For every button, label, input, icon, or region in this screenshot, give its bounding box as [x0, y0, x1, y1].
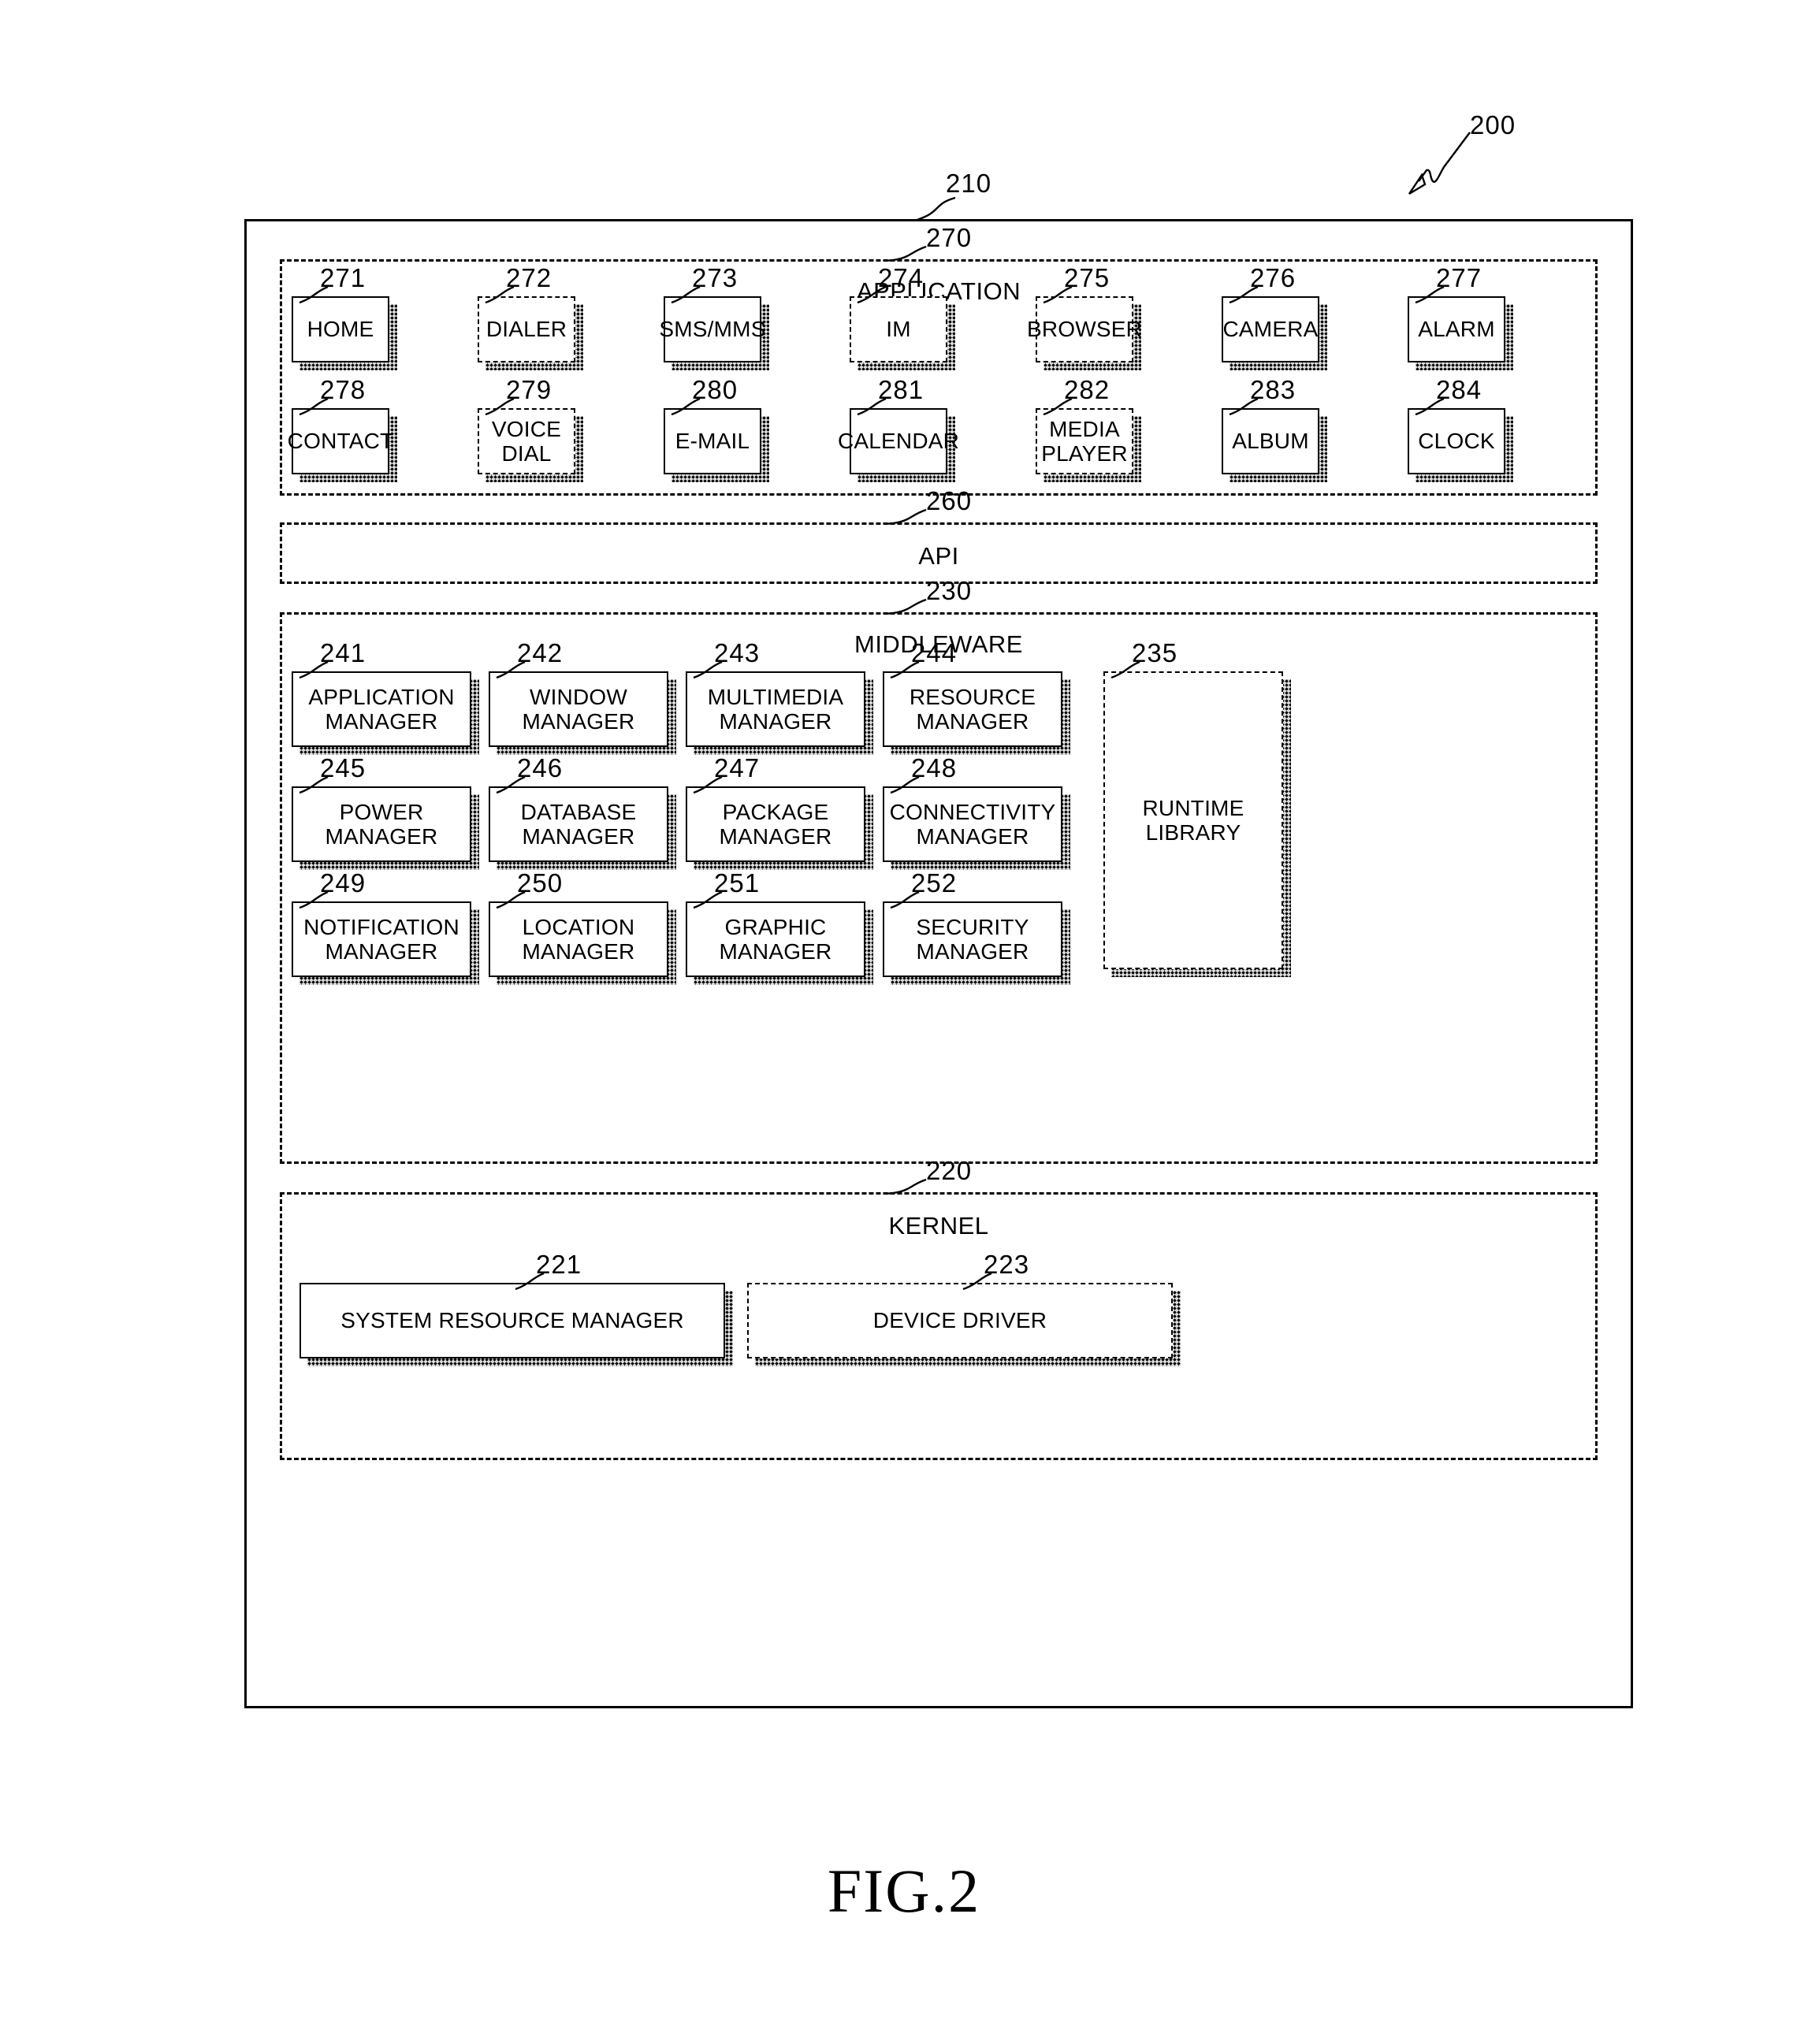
app-module-camera[interactable]: CAMERA	[1222, 296, 1319, 362]
middleware-module-location-manager[interactable]: LOCATION MANAGER	[489, 901, 668, 977]
leader-line-272	[485, 285, 515, 304]
system-architecture-frame: APPLICATION HOME DIALER SMS/MMS IM BROWS…	[244, 219, 1633, 1708]
leader-line-275	[1043, 285, 1073, 304]
middleware-module-window-manager[interactable]: WINDOW MANAGER	[489, 671, 668, 747]
leader-line-270	[884, 245, 927, 262]
middleware-module-power-manager[interactable]: POWER MANAGER	[292, 786, 471, 862]
middleware-module-graphic-manager[interactable]: GRAPHIC MANAGER	[686, 901, 865, 977]
leader-line-276	[1229, 285, 1259, 304]
app-module-clock[interactable]: CLOCK	[1408, 408, 1505, 474]
app-module-e-mail[interactable]: E-MAIL	[664, 408, 761, 474]
app-module-media-player[interactable]: MEDIA PLAYER	[1036, 408, 1133, 474]
leader-line-252	[890, 890, 920, 909]
middleware-module-multimedia-manager[interactable]: MULTIMEDIA MANAGER	[686, 671, 865, 747]
middleware-module-security-manager[interactable]: SECURITY MANAGER	[883, 901, 1062, 977]
middleware-module-database-manager[interactable]: DATABASE MANAGER	[489, 786, 668, 862]
leader-line-281	[857, 397, 887, 416]
leader-line-220	[884, 1178, 927, 1195]
leader-line-284	[1415, 397, 1445, 416]
middleware-module-runtime-library[interactable]: RUNTIME LIBRARY	[1103, 671, 1283, 969]
leader-line-200	[1408, 132, 1471, 195]
ref-numeral-260: 260	[926, 486, 973, 515]
middleware-module-application-manager[interactable]: APPLICATION MANAGER	[292, 671, 471, 747]
api-layer: API	[280, 522, 1598, 584]
leader-line-278	[299, 397, 329, 416]
kernel-layer-title: KERNEL	[888, 1212, 989, 1239]
leader-line-251	[693, 890, 723, 909]
leader-line-241	[299, 660, 329, 679]
ref-numeral-220: 220	[926, 1156, 973, 1185]
api-layer-title: API	[918, 542, 959, 570]
app-module-alarm[interactable]: ALARM	[1408, 296, 1505, 362]
application-layer: APPLICATION HOME DIALER SMS/MMS IM BROWS…	[280, 259, 1598, 496]
middleware-layer: MIDDLEWARE APPLICATION MANAGER WINDOW MA…	[280, 612, 1598, 1164]
leader-line-260	[884, 508, 927, 526]
middleware-module-connectivity-manager[interactable]: CONNECTIVITY MANAGER	[883, 786, 1062, 862]
leader-line-242	[496, 660, 526, 679]
leader-line-235	[1110, 660, 1140, 679]
leader-line-244	[890, 660, 920, 679]
leader-line-277	[1415, 285, 1445, 304]
leader-line-247	[693, 775, 723, 794]
app-module-home[interactable]: HOME	[292, 296, 389, 362]
app-module-voice-dial[interactable]: VOICE DIAL	[478, 408, 575, 474]
leader-line-282	[1043, 397, 1073, 416]
leader-line-221	[515, 1272, 545, 1291]
app-module-im[interactable]: IM	[850, 296, 947, 362]
leader-line-223	[962, 1272, 992, 1291]
leader-line-273	[671, 285, 701, 304]
leader-line-243	[693, 660, 723, 679]
leader-line-271	[299, 285, 329, 304]
app-module-album[interactable]: ALBUM	[1222, 408, 1319, 474]
leader-line-249	[299, 890, 329, 909]
kernel-layer: KERNEL SYSTEM RESOURCE MANAGER DEVICE DR…	[280, 1192, 1598, 1460]
leader-line-283	[1229, 397, 1259, 416]
app-module-sms-mms[interactable]: SMS/MMS	[659, 296, 765, 362]
leader-line-230	[884, 598, 927, 615]
leader-line-279	[485, 397, 515, 416]
app-module-browser[interactable]: BROWSER	[1027, 296, 1142, 362]
kernel-module-device-driver[interactable]: DEVICE DRIVER	[747, 1283, 1173, 1358]
kernel-module-system-resource-manager[interactable]: SYSTEM RESOURCE MANAGER	[299, 1283, 725, 1358]
leader-line-246	[496, 775, 526, 794]
middleware-module-resource-manager[interactable]: RESOURCE MANAGER	[883, 671, 1062, 747]
app-module-contact[interactable]: CONTACT	[288, 408, 393, 474]
leader-line-274	[857, 285, 887, 304]
middleware-module-package-manager[interactable]: PACKAGE MANAGER	[686, 786, 865, 862]
ref-numeral-230: 230	[926, 576, 973, 605]
leader-line-245	[299, 775, 329, 794]
middleware-module-notification-manager[interactable]: NOTIFICATION MANAGER	[292, 901, 471, 977]
ref-numeral-270: 270	[926, 223, 973, 252]
leader-line-250	[496, 890, 526, 909]
figure-caption: FIG.2	[827, 1856, 981, 1925]
app-module-calendar[interactable]: CALENDAR	[838, 408, 959, 474]
app-module-dialer[interactable]: DIALER	[478, 296, 575, 362]
leader-line-280	[671, 397, 701, 416]
leader-line-248	[890, 775, 920, 794]
